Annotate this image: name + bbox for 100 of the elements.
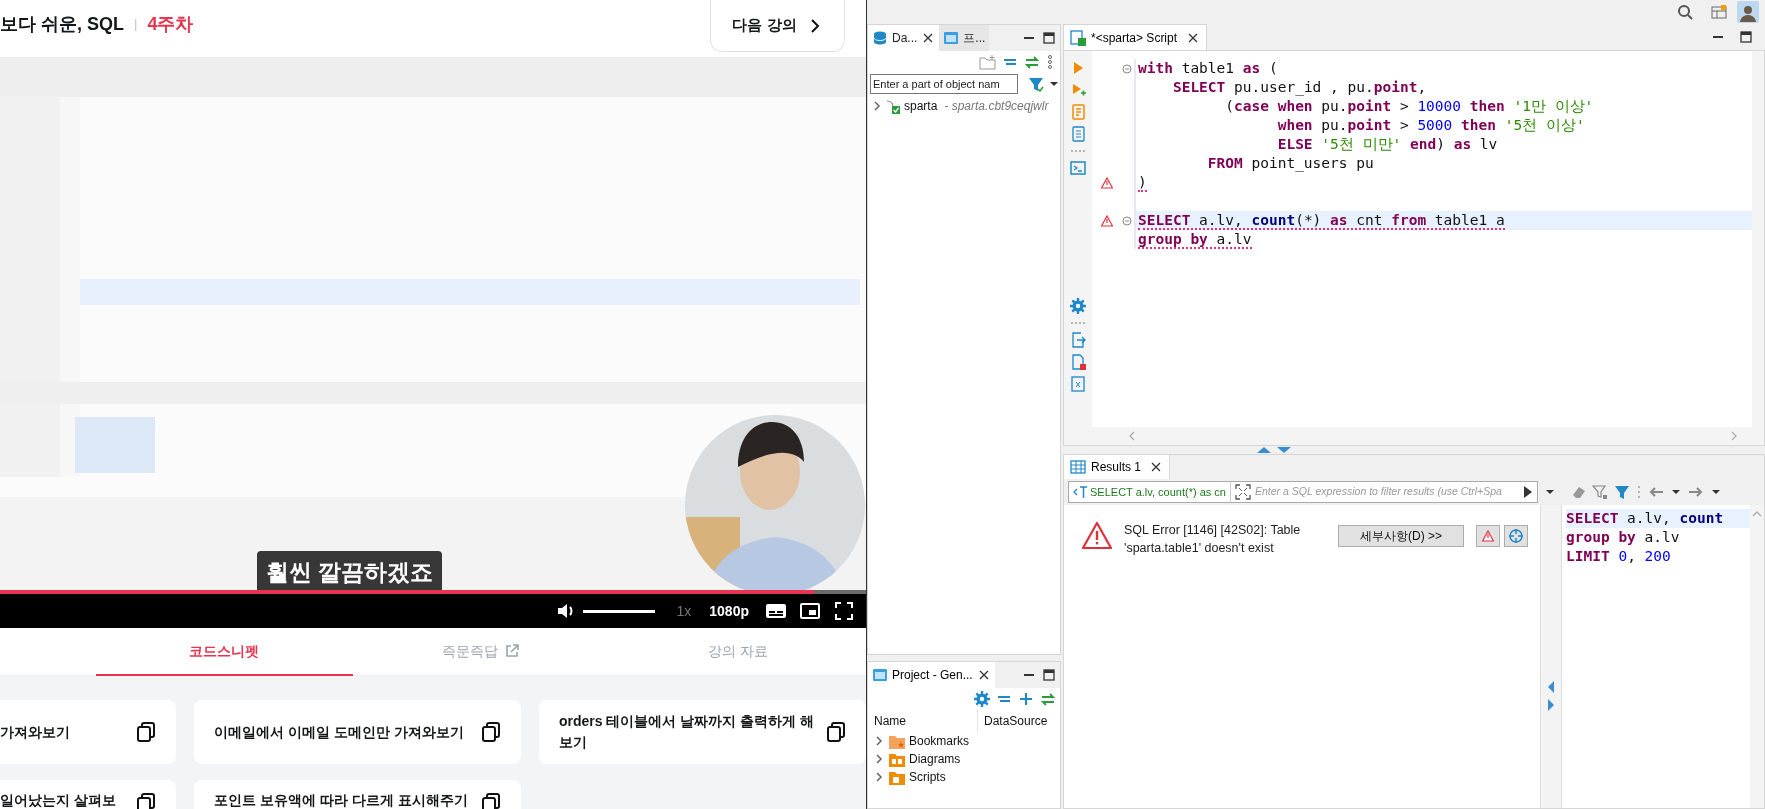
code-line: group by a.lv [1566,528,1681,547]
week-label: 4주차 [147,12,194,36]
snippet-card[interactable]: 이메일에서 이메일 도메인만 가져와보기 [194,700,521,764]
picture-in-picture-icon[interactable] [799,601,821,621]
settings-icon[interactable] [974,691,990,707]
code-line: with table1 as ( [1138,59,1278,78]
snippet-title: orders 테이블에서 날짜까지 출력하게 해 보기 [559,712,816,752]
scrollbar[interactable] [1750,505,1764,808]
crosshair-icon [1508,528,1524,544]
collapse-right-icon[interactable] [1548,699,1554,711]
export-icon[interactable] [1070,332,1086,348]
copy-icon[interactable] [826,721,846,743]
code-line: LIMIT 0, 200 [1566,547,1672,566]
variables-icon[interactable] [1070,376,1086,392]
copy-icon[interactable] [481,721,501,743]
error-icon [1082,521,1112,551]
scroll-left-icon[interactable] [1128,431,1136,441]
tree-item[interactable]: sparta - sparta.cbt9ceqjwlr [868,95,1060,117]
panel-tab[interactable]: Da... [868,25,940,51]
editor-tab[interactable]: *<sparta> Script [1063,24,1208,50]
eraser-icon[interactable] [1570,484,1586,500]
panel-tab[interactable]: 프... [939,25,990,51]
run-icon[interactable] [1071,60,1085,76]
document-error-icon[interactable] [1070,354,1086,370]
subtitles-icon[interactable] [765,601,787,621]
document-icon[interactable] [1070,126,1086,142]
filter-icon[interactable] [1614,484,1630,500]
plus-icon[interactable] [1018,691,1034,707]
tree-item[interactable]: Bookmarks [868,732,1060,750]
snippet-card[interactable]: orders 테이블에서 날짜까지 출력하게 해 보기 [539,700,866,764]
copy-icon[interactable] [136,792,156,809]
panel-tab[interactable]: Project - Gen... [868,662,995,688]
filter-clear-icon[interactable] [1592,484,1608,500]
link-icon[interactable] [1040,691,1056,707]
tree-item[interactable]: Scripts [868,768,1060,786]
query-icon [1072,484,1088,500]
window-icon [872,667,888,683]
warning-icon [1482,530,1494,542]
column-header[interactable]: DataSource [978,710,1048,732]
copy-icon[interactable] [481,792,501,809]
lecture-title: 보다 쉬운, SQL [0,12,124,36]
scroll-right-icon[interactable] [1730,431,1738,441]
terminal-icon[interactable] [1070,160,1086,176]
perspective-icon[interactable] [1711,4,1727,20]
filter-icon[interactable] [1027,76,1045,92]
code-line: FROM point_users pu [1206,154,1374,173]
snippet-title: 일어났는지 살펴보 [0,791,116,809]
locate-button[interactable] [1504,525,1528,547]
copy-icon[interactable] [136,721,156,743]
volume-icon[interactable] [555,601,574,621]
snippet-card[interactable]: 포인트 보유액에 따라 다르게 표시해주기 [194,780,521,809]
run-filter-icon[interactable] [1521,484,1533,500]
expand-icon[interactable] [1234,484,1251,500]
scrollbar[interactable] [1752,51,1764,427]
run-new-tab-icon[interactable] [1070,82,1086,98]
more-icon [1636,484,1642,500]
code-line: (case when pu.point > 10000 then '1만 이상' [1224,97,1594,116]
quality-button[interactable]: 1080p [709,600,749,622]
search-icon[interactable] [1677,4,1693,20]
details-button[interactable]: 세부사항(D) >> [1338,525,1464,547]
error-message: SQL Error [1146] [42S02]: Table 'sparta.table1' doesn't exist [1124,522,1302,557]
tree-item[interactable]: Diagrams [868,750,1060,768]
connection-icon [885,98,901,114]
maximize-icon[interactable] [1042,31,1056,45]
code-line: when pu.point > 5000 then '5천 이상' [1276,116,1585,135]
avatar-icon[interactable] [1737,1,1759,23]
collapse-left-icon[interactable] [1548,681,1554,693]
scroll-up-icon[interactable] [1752,509,1762,517]
database-icon [872,30,888,46]
fullscreen-icon[interactable] [834,601,854,621]
new-folder-icon[interactable] [979,54,996,70]
snippet-title: 가져와보기 [0,722,70,742]
script-icon [1070,29,1086,46]
collapse-toggle-icon[interactable] [1122,63,1132,74]
snippet-title: 이메일에서 이메일 도메인만 가져와보기 [214,722,464,742]
results-tab[interactable]: Results 1 [1064,455,1171,479]
snippet-card[interactable]: 일어났는지 살펴보 [0,780,176,809]
results-filter-field[interactable]: SELECT a.lv, count(*) as cn Enter a SQL expression to filter results (use Ctrl+Spa [1068,481,1538,503]
table-icon [1070,459,1086,475]
subtitle-caption: 훨씬 깔끔하겠죠 [257,551,443,593]
code-line: SELECT a.lv, count(*) as cnt from table1 a [1138,211,1505,230]
maximize-icon[interactable] [1739,30,1753,44]
column-header[interactable]: Name [868,710,978,732]
title-separator: | [134,15,138,34]
more-icon [1070,148,1086,154]
settings-icon[interactable] [1070,298,1086,314]
volume-slider[interactable] [582,609,655,613]
maximize-icon[interactable] [1042,668,1056,682]
link-icon[interactable] [1024,54,1040,70]
snippet-title: 포인트 보유액에 따라 다르게 표시해주기 [214,791,468,809]
more-icon [1070,320,1086,326]
next-lecture-button[interactable]: 다음 강의 [710,0,845,52]
code-line: ) [1138,173,1147,192]
more-icon[interactable] [1046,54,1054,70]
speed-button[interactable]: 1x [676,600,692,622]
error-log-button[interactable] [1476,525,1500,547]
snippet-card[interactable]: 가져와보기 [0,700,176,764]
collapse-toggle-icon[interactable] [1122,215,1132,226]
object-filter-field[interactable]: Enter a part of object nam [870,74,1018,94]
code-line: ELSE '5천 미만' end) as lv [1276,135,1498,154]
